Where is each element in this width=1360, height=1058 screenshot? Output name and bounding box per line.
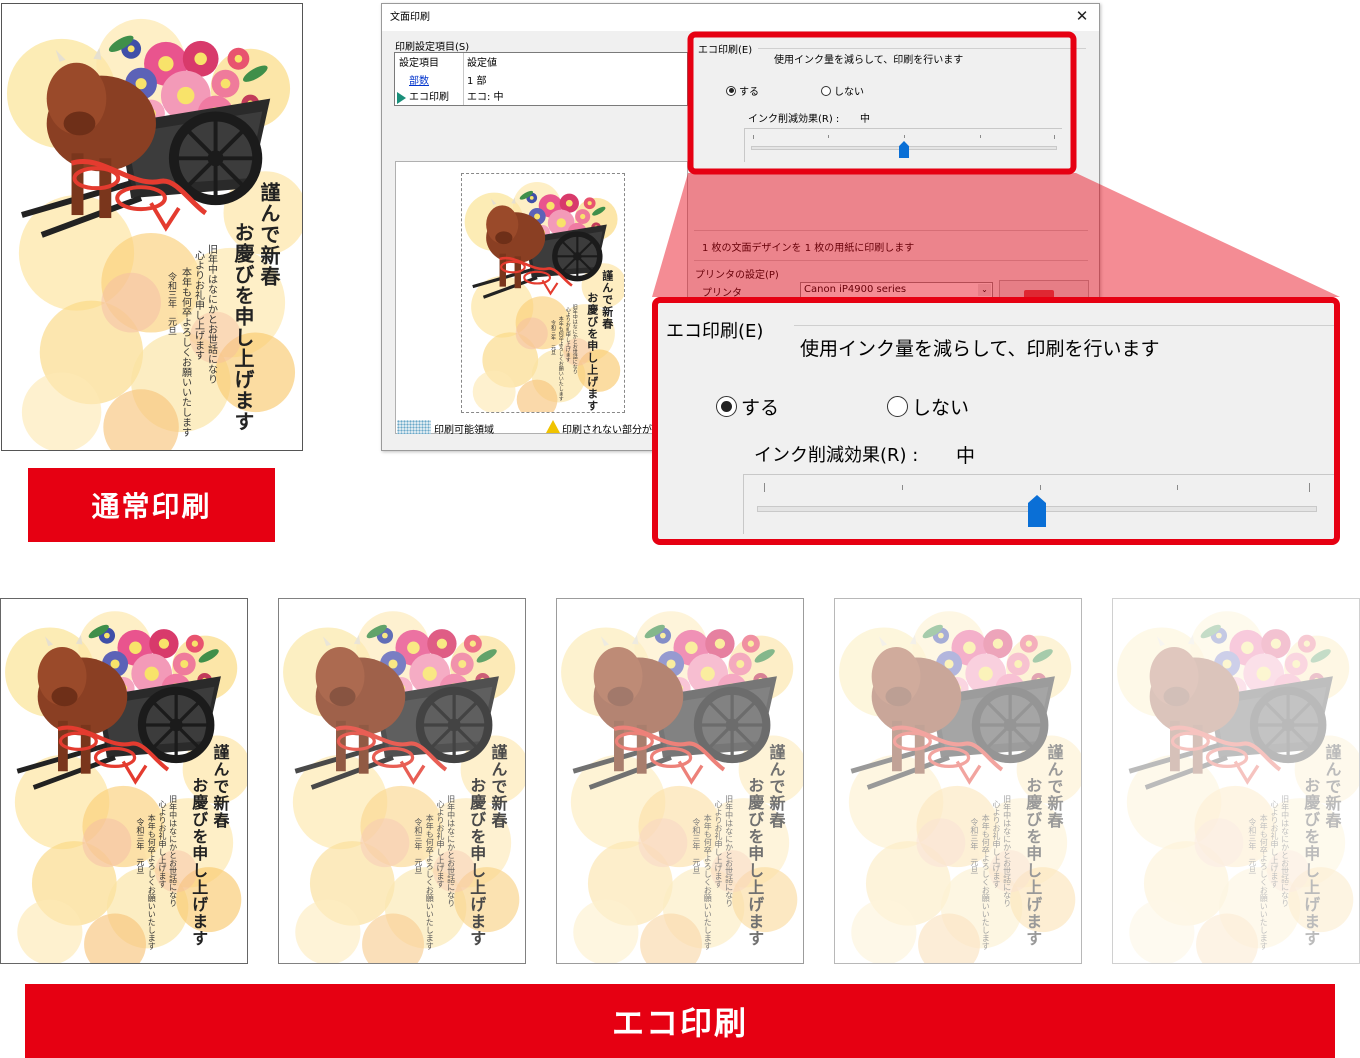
zoom-slider-thumb[interactable] [1028,495,1046,527]
printable-area-swatch [397,420,431,434]
card-title-col1: 謹んで新春 [210,744,230,830]
card-date: 令和三年 元旦 [1247,817,1257,874]
zoom-eco-off-radio[interactable]: しない [887,393,969,420]
card-title-col2: お慶びを申し上げます [1023,777,1043,948]
normal-print-label: 通常印刷 [28,468,275,542]
card-body-col1: 旧年中はなにかとお世話になり [168,795,178,908]
card-body-col3: 本年も何卒よろしくお願いいたします [179,267,191,437]
printer-select[interactable]: Canon iP4900 series ⌄ [800,282,993,298]
eco-zoom-panel: エコ印刷(E) 使用インク量を減らして、印刷を行います する しない インク削減… [652,297,1340,545]
preview-card: 謹んで新春 お慶びを申し上げます 旧年中はなにかとお世話になり 心よりお礼申し上… [461,173,625,413]
settings-list[interactable]: 設定項目 設定値 部数 1 部 エコ印刷 エコ: 中 [394,52,688,106]
card-date: 令和三年 元旦 [166,272,176,335]
eco-off-radio[interactable]: しない [821,83,864,98]
settings-group-label: 印刷設定項目(S) [395,42,470,53]
layout-info-text: 1 枚の文面デザインを 1 枚の用紙に印刷します [702,243,915,254]
card-body-col1: 旧年中はなにかとお世話になり [724,795,734,908]
effect-label: インク削減効果(R) : [748,114,840,125]
zoom-effect-value: 中 [956,445,976,467]
legend-unprintable: 印刷されない部分が [562,425,652,436]
chevron-down-icon: ⌄ [978,284,991,296]
dialog-title: 文面印刷 [382,4,1099,31]
zoom-eco-group-label: エコ印刷(E) [666,321,764,342]
card-title-col1: 謹んで新春 [1044,744,1064,830]
card-title-col1: 謹んで新春 [766,744,786,830]
zoom-effect-label: インク削減効果(R) : [754,445,919,466]
legend-printable: 印刷可能領域 [434,425,494,436]
card-body-col3: 本年も何卒よろしくお願いいたします [703,813,713,950]
eco-print-card: 謹んで新春 お慶びを申し上げます 旧年中はなにかとお世話になり 心よりお礼申し上… [834,598,1082,964]
close-button[interactable]: ✕ [1073,7,1091,25]
card-title-col1: 謹んで新春 [257,182,281,287]
card-body-col1: 旧年中はなにかとお世話になり [1002,795,1012,908]
card-title-col1: 謹んで新春 [488,744,508,830]
radio-on-indicator [726,85,736,96]
radio-off-indicator [821,85,831,96]
list-row-eco[interactable]: エコ印刷 エコ: 中 [395,89,687,106]
card-body-col2: 心よりお礼申し上げます [435,799,445,888]
eco-print-card: 謹んで新春 お慶びを申し上げます 旧年中はなにかとお世話になり 心よりお礼申し上… [1112,598,1360,964]
effect-slider-box [744,128,1062,162]
zoom-slider-box [743,474,1334,534]
triangle-right-icon [397,92,406,104]
card-title-col2: お慶びを申し上げます [231,222,255,432]
eco-print-card: 謹んで新春 お慶びを申し上げます 旧年中はなにかとお世話になり 心よりお礼申し上… [0,598,248,964]
card-title-col2: お慶びを申し上げます [745,777,765,948]
zoom-radio-off-indicator [887,396,908,417]
eco-print-card: 謹んで新春 お慶びを申し上げます 旧年中はなにかとお世話になり 心よりお礼申し上… [556,598,804,964]
zoom-radio-on-indicator [716,396,737,417]
print-preview-area: 謹んで新春 お慶びを申し上げます 旧年中はなにかとお世話になり 心よりお礼申し上… [395,161,688,434]
card-body-col2: 心よりお礼申し上げます [1269,799,1279,888]
card-body-col2: 心よりお礼申し上げます [991,799,1001,888]
card-body-col2: 心よりお礼申し上げます [192,250,204,360]
card-date: 令和三年 元旦 [969,817,979,874]
card-body-col3: 本年も何卒よろしくお願いいたします [1259,813,1269,950]
eco-print-card: 謹んで新春 お慶びを申し上げます 旧年中はなにかとお世話になり 心よりお礼申し上… [278,598,526,964]
card-title-col2: お慶びを申し上げます [467,777,487,948]
copies-link[interactable]: 部数 [409,73,429,90]
card-body-col3: 本年も何卒よろしくお願いいたします [981,813,991,950]
list-row-copies[interactable]: 部数 1 部 [395,73,687,90]
zoom-eco-description: 使用インク量を減らして、印刷を行います [800,338,1160,360]
eco-on-radio[interactable]: する [726,83,759,98]
card-title-col1: 謹んで新春 [1322,744,1342,830]
card-date: 令和三年 元旦 [135,817,145,874]
eco-group-label: エコ印刷(E) [698,45,753,56]
card-body-col2: 心よりお礼申し上げます [157,799,167,888]
card-date: 令和三年 元旦 [413,817,423,874]
card-body-col3: 本年も何卒よろしくお願いいたします [425,813,435,950]
card-body-col3: 本年も何卒よろしくお願いいたします [147,813,157,950]
card-body-col1: 旧年中はなにかとお世話になり [1280,795,1290,908]
card-body-col1: 旧年中はなにかとお世話になり [446,795,456,908]
zoom-eco-on-radio[interactable]: する [716,393,779,420]
list-header: 設定項目 設定値 [399,58,497,69]
card-date: 令和三年 元旦 [691,817,701,874]
normal-print-card: 謹んで新春 お慶びを申し上げます 旧年中はなにかとお世話になり 心よりお礼申し上… [1,3,303,451]
eco-print-label: エコ印刷 [25,984,1335,1058]
card-title-col2: お慶びを申し上げます [1301,777,1321,948]
eco-description: 使用インク量を減らして、印刷を行います [774,55,964,66]
card-body-col1: 旧年中はなにかとお世話になり [205,244,217,384]
warning-icon [546,420,560,433]
effect-value: 中 [860,114,870,125]
card-body-col2: 心よりお礼申し上げます [713,799,723,888]
effect-slider-thumb[interactable] [899,141,909,158]
printer-group-label: プリンタの設定(P) [695,270,779,281]
card-title-col2: お慶びを申し上げます [189,777,209,948]
